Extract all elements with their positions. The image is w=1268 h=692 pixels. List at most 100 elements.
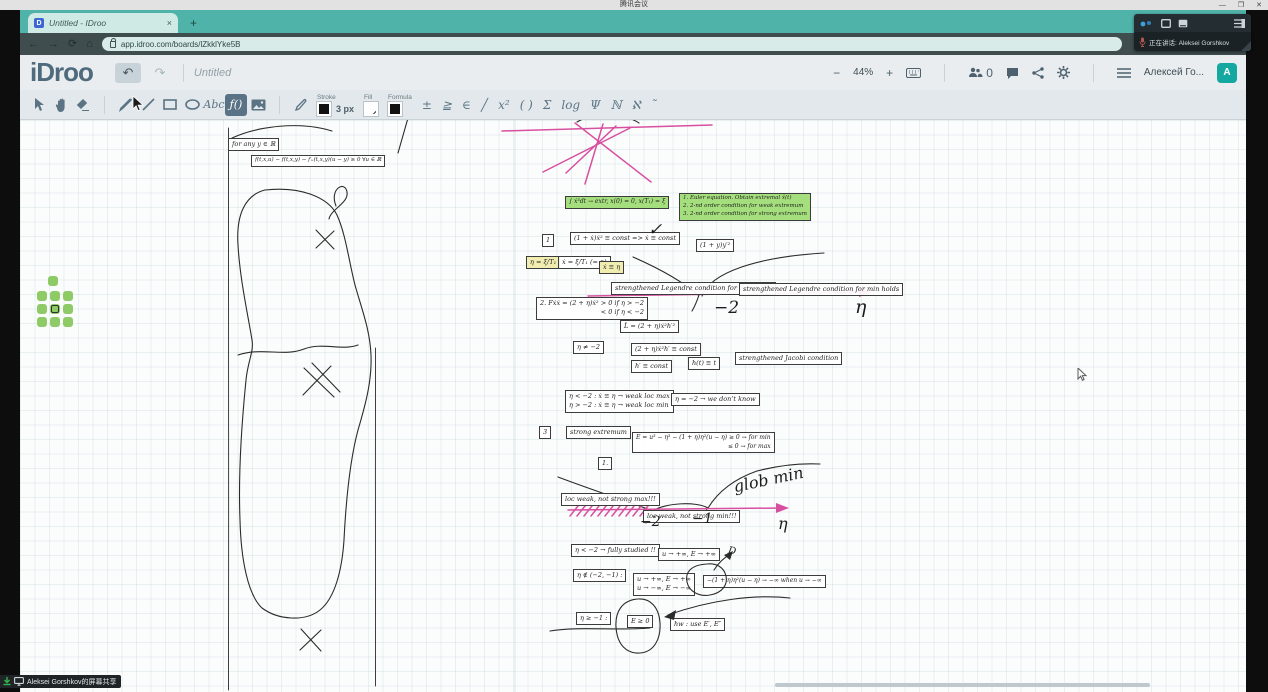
green-dot[interactable] <box>63 291 73 301</box>
close-button[interactable]: ✕ <box>1256 1 1262 9</box>
fill-color-swatch[interactable] <box>364 102 378 116</box>
pan-hand-tool[interactable] <box>50 94 72 116</box>
board-note[interactable]: strengthened Legendre condition for min … <box>739 283 903 296</box>
window-mode-icon[interactable] <box>1161 19 1171 28</box>
eraser-tool[interactable] <box>72 94 94 116</box>
redo-button[interactable]: ↷ <box>147 63 173 83</box>
chat-icon[interactable] <box>1006 67 1019 79</box>
board-note[interactable]: for any y ∈ ℝ <box>228 138 279 151</box>
rectangle-tool[interactable] <box>159 94 181 116</box>
board-note[interactable]: 1 <box>542 234 554 247</box>
stroke-color-swatch[interactable] <box>317 102 331 116</box>
symbol-parentheses[interactable]: ( ) <box>520 98 533 112</box>
symbol-sigma[interactable]: Σ <box>543 98 551 112</box>
symbol-naturals[interactable]: ℕ <box>611 98 622 112</box>
board-note[interactable]: 3 <box>539 426 551 439</box>
handwritten-annotation[interactable]: −1 <box>692 511 713 527</box>
symbol-aleph[interactable]: ℵ <box>632 98 641 112</box>
formula-color-swatch[interactable] <box>388 102 402 116</box>
board-note[interactable]: u → +∞, E → +∞u → −∞, E → −∞ <box>633 573 695 596</box>
browser-tab[interactable]: D Untitled - IDroo × <box>28 13 178 33</box>
board-note[interactable]: (2 + η)ẋ²h′ ≡ const <box>631 343 701 356</box>
board-note[interactable]: η ∉ (−2, −1) : <box>573 569 626 582</box>
settings-gear-icon[interactable] <box>1057 66 1070 79</box>
handwritten-annotation[interactable]: η <box>855 296 866 318</box>
board-note[interactable]: η < −2 → fully studied !! <box>571 544 660 557</box>
board-note[interactable]: hw : use E′, E″ <box>670 618 725 631</box>
participants-icon[interactable]: 0 <box>968 66 993 80</box>
board-note[interactable]: u → +∞, E → +∞ <box>658 548 720 561</box>
handwritten-annotation[interactable]: η <box>778 514 788 533</box>
text-tool[interactable]: Abc <box>203 94 225 116</box>
board-note[interactable]: η = ξ/T₁ <box>526 256 560 269</box>
display-icon[interactable] <box>1178 19 1188 28</box>
board-note[interactable]: ∫ ẋ³dt → extr, x(0) = 0, x(T₁) = ξ <box>565 196 669 209</box>
whiteboard-canvas[interactable]: for any y ∈ ℝ f(t,x,u) − f(t,x,y) − f′ᵤ(t… <box>20 120 1246 692</box>
board-note[interactable]: ẋ ≡ η <box>599 261 624 274</box>
symbol-tilde[interactable]: ˜ <box>651 98 657 112</box>
undo-button[interactable]: ↶ <box>115 63 141 83</box>
handwritten-annotation[interactable]: −2 <box>714 298 739 318</box>
board-note[interactable]: h′ ≡ const <box>631 360 672 373</box>
board-note[interactable]: (1 + ẋ)ẋ² ≡ const => ẋ ≡ const <box>570 232 680 245</box>
formula-tool[interactable]: ƒ() <box>225 94 247 116</box>
green-dot[interactable] <box>50 317 60 327</box>
forward-icon[interactable]: → <box>48 34 59 54</box>
minimize-button[interactable]: — <box>1219 2 1226 9</box>
green-dot[interactable] <box>50 291 60 301</box>
board-note[interactable]: 1. Euler equation. Obtain extremal x̂(t)… <box>679 193 811 221</box>
select-tool[interactable] <box>28 94 50 116</box>
symbol-log[interactable]: log <box>561 98 580 112</box>
ellipse-tool[interactable] <box>181 94 203 116</box>
handwritten-annotation[interactable]: glob min <box>732 463 805 496</box>
board-note[interactable]: −(1 + η)η²(u − η) → −∞ when u → −∞ <box>703 575 826 588</box>
idroo-logo[interactable]: iDroo <box>30 57 93 88</box>
board-note[interactable]: loc weak, not strong max!!! <box>561 493 660 506</box>
green-dot[interactable] <box>63 304 73 314</box>
symbol-arrow[interactable]: ╱ <box>481 98 488 112</box>
user-avatar[interactable]: A <box>1217 63 1237 83</box>
board-title[interactable]: Untitled <box>194 67 231 79</box>
image-tool[interactable] <box>247 94 269 116</box>
symbol-psi[interactable]: Ψ <box>590 98 601 112</box>
symbol-superscript[interactable]: x² <box>498 98 510 112</box>
board-note[interactable]: η ≥ −1 : <box>576 612 611 625</box>
horizontal-scrollbar[interactable] <box>775 683 1150 687</box>
board-note[interactable]: η < −2 : ẋ ≡ η → weak loc maxη > −2 : ẋ … <box>565 390 674 413</box>
stroke-width[interactable]: 3 px <box>336 104 354 114</box>
board-note[interactable]: E = u³ − η³ − (1 + η)η²(u − η) ≥ 0 → for… <box>632 432 775 453</box>
board-note[interactable]: E ≥ 0 <box>627 615 653 628</box>
home-icon[interactable]: ⌂ <box>86 34 93 54</box>
symbol-geq[interactable]: ≧ <box>442 98 452 112</box>
back-icon[interactable]: ← <box>28 34 39 54</box>
board-note[interactable]: 2. Fẋẋ = (2 + η)ẋ² > 0 if η > −2< 0 if η… <box>536 297 648 320</box>
board-note[interactable]: h(t) ≡ t <box>688 357 720 370</box>
board-note[interactable]: strengthened Jacobi condition <box>735 352 842 365</box>
board-note[interactable]: 1. <box>598 457 612 470</box>
green-dot[interactable] <box>37 317 47 327</box>
tab-close-icon[interactable]: × <box>167 18 172 28</box>
symbol-plusminus[interactable]: ± <box>422 98 432 112</box>
handwritten-annotation[interactable]: D <box>727 545 737 557</box>
board-note[interactable]: η ≠ −2 <box>573 341 604 354</box>
board-note[interactable]: η = −2 → we don’t know <box>671 393 760 406</box>
green-dot[interactable] <box>48 276 58 286</box>
symbol-element-of[interactable]: ∈ <box>462 98 471 112</box>
green-dot[interactable] <box>37 291 47 301</box>
board-note[interactable]: (1 + y)y′² <box>696 239 734 252</box>
menu-icon[interactable] <box>1117 68 1131 78</box>
board-note[interactable]: strong extremum <box>566 426 631 439</box>
board-note[interactable]: f(t,x,u) − f(t,x,y) − f′ᵤ(t,x,y)(u − y) … <box>251 155 385 167</box>
handwritten-annotation[interactable]: −2 <box>640 514 661 530</box>
user-name[interactable]: Алексей Го... <box>1144 67 1204 78</box>
reload-icon[interactable]: ⟳ <box>68 34 77 54</box>
stroke-pen-icon[interactable] <box>290 94 312 116</box>
new-tab-button[interactable]: + <box>190 15 197 31</box>
sidebar-toggle-icon[interactable] <box>1234 19 1245 28</box>
zoom-out-button[interactable]: − <box>833 66 840 80</box>
green-dot[interactable] <box>50 304 60 314</box>
share-icon[interactable] <box>1032 67 1044 79</box>
board-note[interactable]: L̂ = (2 + η)ẋ²h′² <box>620 320 679 333</box>
green-dot[interactable] <box>37 304 47 314</box>
maximize-button[interactable]: ❐ <box>1238 1 1244 9</box>
